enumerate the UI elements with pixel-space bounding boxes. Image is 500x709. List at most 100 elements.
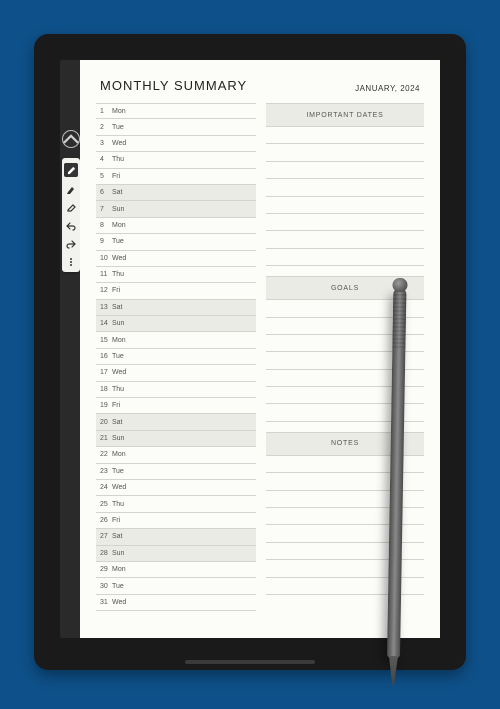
day-row[interactable]: 24Wed [96,480,256,496]
writing-line[interactable] [266,300,424,317]
day-number: 8 [100,222,112,229]
day-row[interactable]: 2Tue [96,119,256,135]
day-row[interactable]: 21Sun [96,431,256,447]
day-weekday: Wed [112,140,126,147]
day-row[interactable]: 8Mon [96,218,256,234]
day-row[interactable]: 6Sat [96,185,256,201]
day-row[interactable]: 16Tue [96,349,256,365]
writing-line[interactable] [266,179,424,196]
day-row[interactable]: 3Wed [96,136,256,152]
writing-line[interactable] [266,387,424,404]
day-number: 6 [100,189,112,196]
day-number: 25 [100,501,112,508]
day-row[interactable]: 28Sun [96,546,256,562]
day-weekday: Wed [112,484,126,491]
undo-tool-icon[interactable] [66,221,76,231]
day-weekday: Tue [112,124,124,131]
day-number: 5 [100,173,112,180]
writing-line[interactable] [266,231,424,248]
writing-line[interactable] [266,214,424,231]
writing-line[interactable] [266,197,424,214]
writing-line[interactable] [266,525,424,542]
writing-line[interactable] [266,352,424,369]
more-tool-icon[interactable] [66,257,76,267]
day-number: 26 [100,517,112,524]
day-row[interactable]: 17Wed [96,365,256,381]
day-weekday: Thu [112,501,124,508]
panel-lines [266,127,424,266]
day-row[interactable]: 13Sat [96,300,256,316]
writing-line[interactable] [266,491,424,508]
day-row[interactable]: 10Wed [96,251,256,267]
day-row[interactable]: 30Tue [96,578,256,594]
writing-line[interactable] [266,543,424,560]
writing-line[interactable] [266,162,424,179]
day-row[interactable]: 12Fri [96,283,256,299]
day-row[interactable]: 25Thu [96,496,256,512]
day-number: 31 [100,599,112,606]
day-row[interactable]: 27Sat [96,529,256,545]
panel-header: NOTES [266,432,424,456]
day-number: 24 [100,484,112,491]
writing-line[interactable] [266,456,424,473]
day-row[interactable]: 19Fri [96,398,256,414]
day-weekday: Sat [112,189,123,196]
day-row[interactable]: 4Thu [96,152,256,168]
day-weekday: Tue [112,353,124,360]
day-number: 7 [100,206,112,213]
pen-tool-icon[interactable] [64,163,78,177]
highlighter-tool-icon[interactable] [66,185,76,195]
day-row[interactable]: 7Sun [96,201,256,217]
day-weekday: Tue [112,238,124,245]
day-row[interactable]: 5Fri [96,169,256,185]
toolbar-collapse-button[interactable] [62,130,80,148]
day-weekday: Wed [112,599,126,606]
writing-line[interactable] [266,144,424,161]
day-weekday: Sun [112,435,124,442]
day-weekday: Tue [112,468,124,475]
writing-line[interactable] [266,370,424,387]
planner-page: MONTHLY SUMMARY JANUARY, 2024 1Mon2Tue3W… [80,60,440,638]
writing-line[interactable] [266,335,424,352]
redo-tool-icon[interactable] [66,239,76,249]
day-row[interactable]: 31Wed [96,595,256,611]
day-row[interactable]: 20Sat [96,414,256,430]
day-weekday: Thu [112,386,124,393]
writing-line[interactable] [266,404,424,421]
writing-line[interactable] [266,578,424,595]
day-weekday: Fri [112,402,120,409]
writing-line[interactable] [266,318,424,335]
panel-header: IMPORTANT DATES [266,103,424,127]
day-weekday: Mon [112,566,126,573]
day-row[interactable]: 1Mon [96,103,256,119]
day-number: 10 [100,255,112,262]
page-month: JANUARY, 2024 [355,84,420,93]
day-row[interactable]: 26Fri [96,513,256,529]
day-row[interactable]: 23Tue [96,464,256,480]
day-row[interactable]: 22Mon [96,447,256,463]
day-weekday: Thu [112,271,124,278]
day-row[interactable]: 14Sun [96,316,256,332]
day-row[interactable]: 29Mon [96,562,256,578]
day-number: 23 [100,468,112,475]
day-number: 22 [100,451,112,458]
panel-header: GOALS [266,276,424,300]
writing-line[interactable] [266,560,424,577]
day-number: 19 [100,402,112,409]
day-number: 1 [100,108,112,115]
panel-important-dates: IMPORTANT DATES [266,103,424,266]
day-row[interactable]: 11Thu [96,267,256,283]
side-toolbar [63,130,79,272]
day-weekday: Thu [112,156,124,163]
writing-line[interactable] [266,127,424,144]
day-number: 4 [100,156,112,163]
writing-line[interactable] [266,508,424,525]
page-title: MONTHLY SUMMARY [100,78,247,93]
day-row[interactable]: 18Thu [96,382,256,398]
day-number: 2 [100,124,112,131]
day-row[interactable]: 9Tue [96,234,256,250]
day-row[interactable]: 15Mon [96,332,256,348]
writing-line[interactable] [266,473,424,490]
eraser-tool-icon[interactable] [66,203,76,213]
writing-line[interactable] [266,249,424,266]
